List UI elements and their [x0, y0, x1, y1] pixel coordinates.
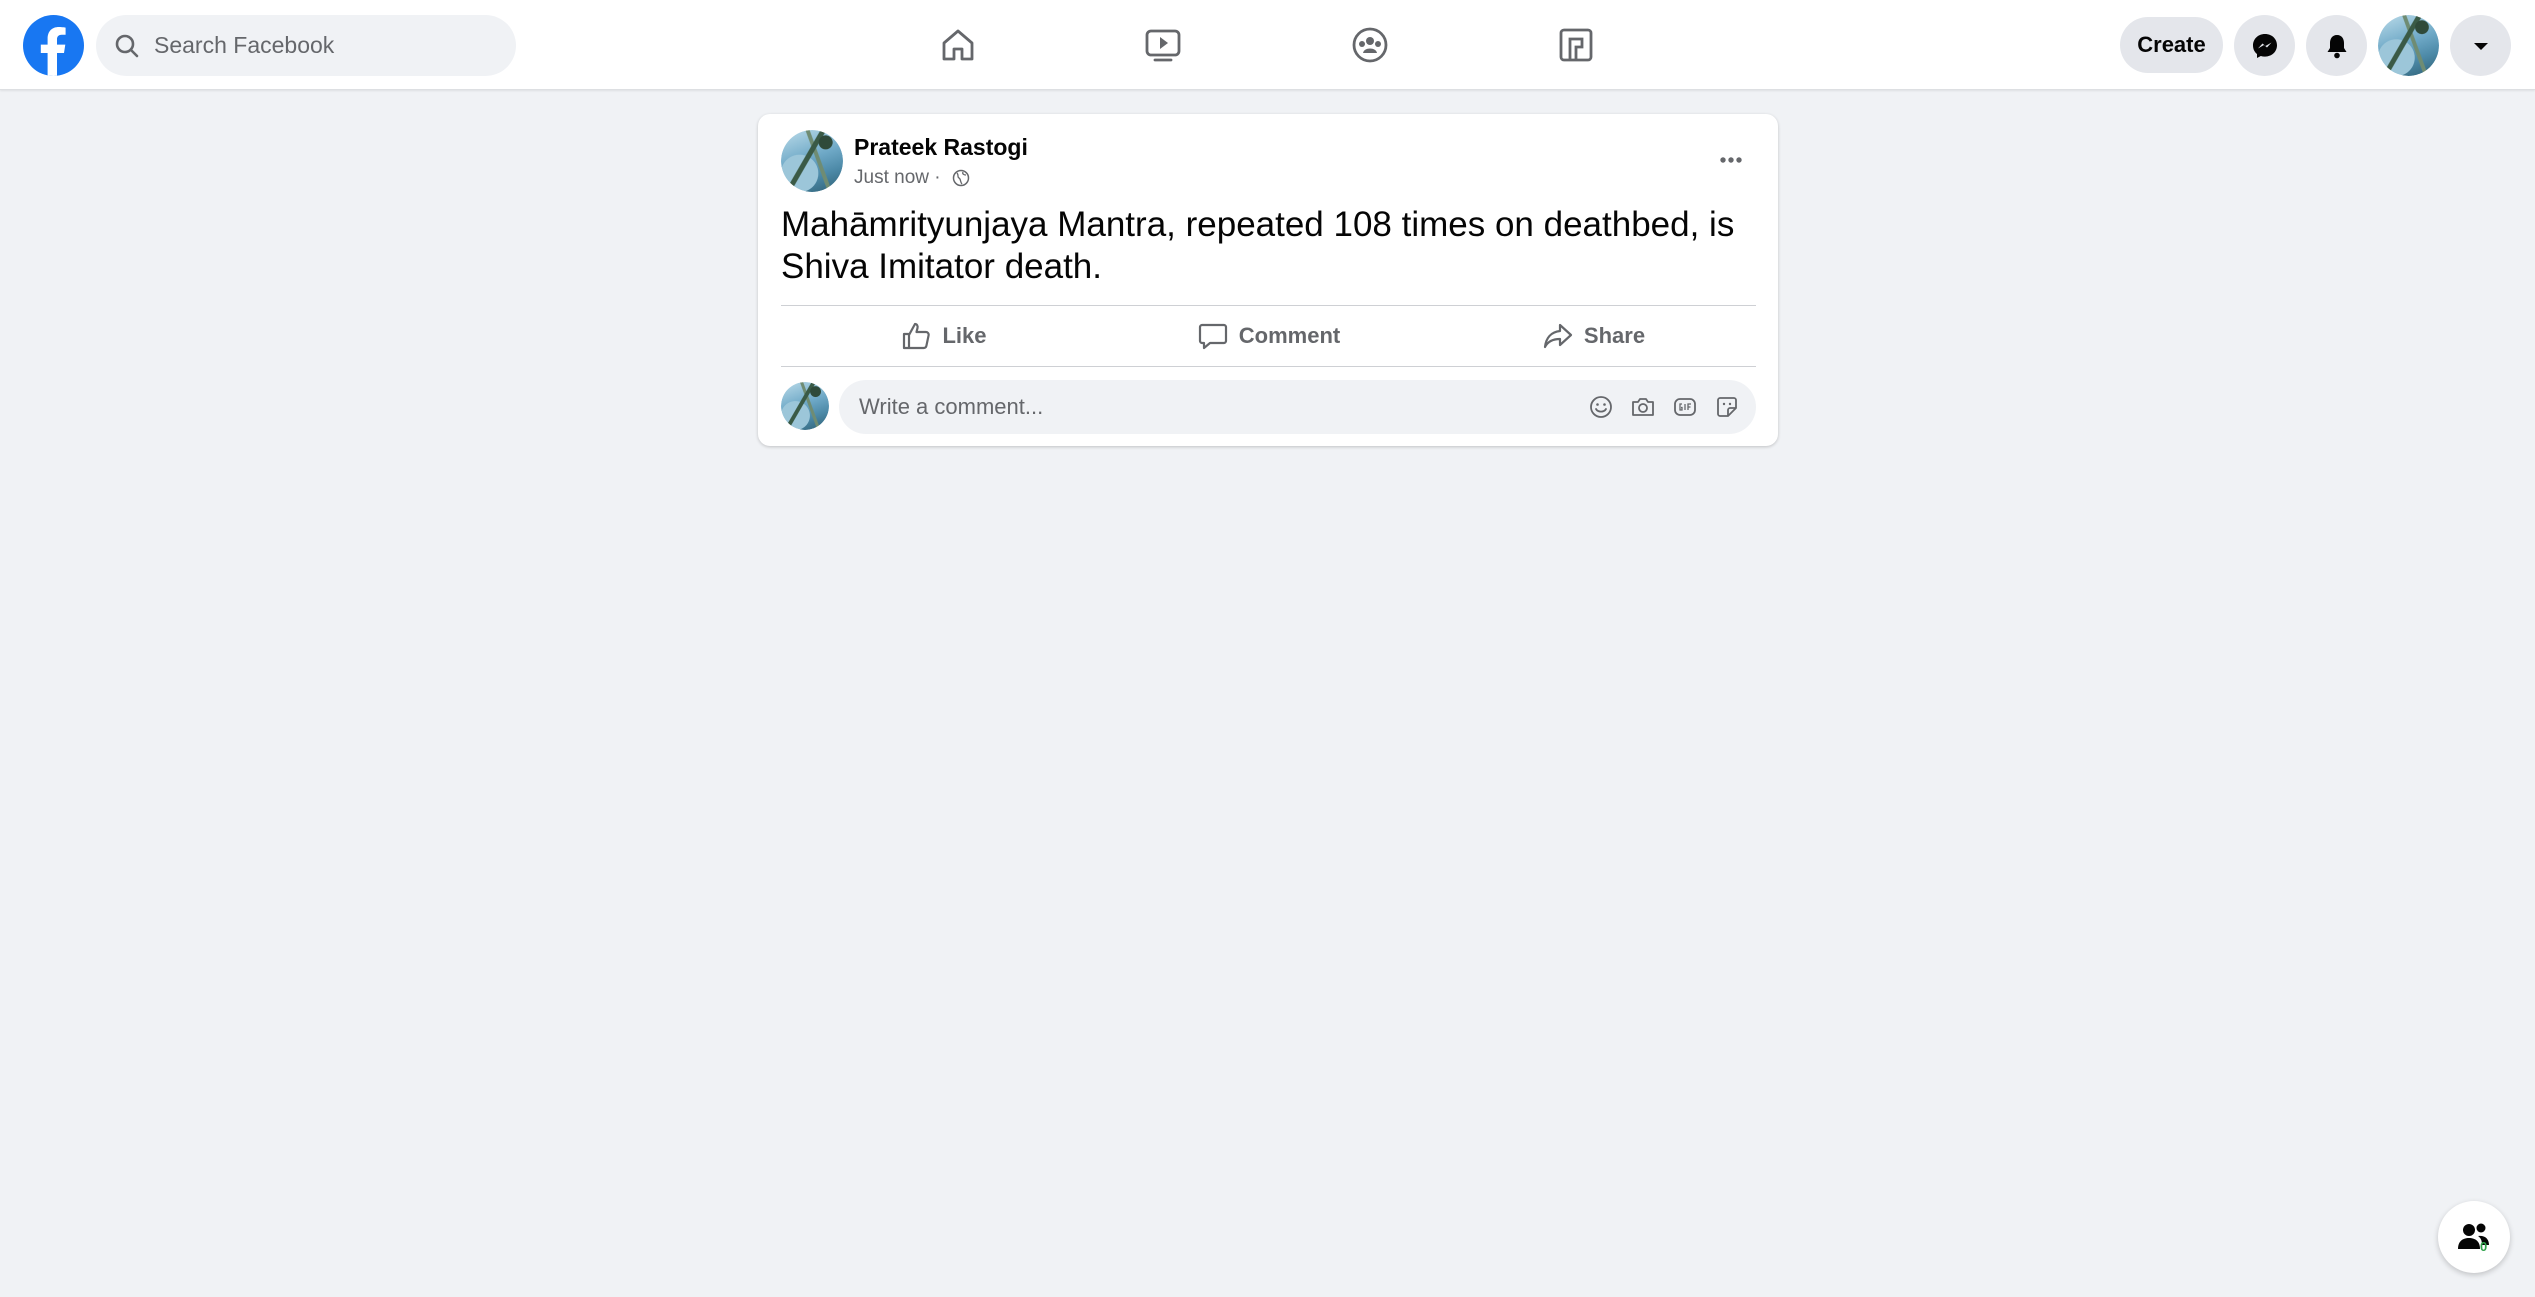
contacts-people-icon [2458, 1223, 2489, 1249]
messenger-icon [2252, 33, 2277, 58]
more-options-icon [1720, 157, 1742, 163]
contacts-count-badge: 0 [2480, 1239, 2488, 1254]
post-options-button[interactable] [1705, 134, 1757, 186]
comment-composer[interactable] [839, 380, 1756, 434]
gif-button[interactable] [1670, 392, 1700, 422]
messenger-button[interactable] [2234, 15, 2295, 76]
globe-icon[interactable] [952, 169, 970, 187]
divider [781, 366, 1756, 367]
post-author-name[interactable]: Prateek Rastogi [854, 134, 1028, 161]
tab-groups[interactable] [1290, 0, 1450, 89]
post-card: Prateek Rastogi Just now · Mahāmrityunja… [758, 114, 1778, 446]
comment-icon [1198, 323, 1227, 350]
avatar-image [781, 382, 829, 430]
share-label: Share [1583, 323, 1646, 348]
post-actions: Like Comment Share [781, 306, 1756, 366]
create-button[interactable]: Create [2120, 17, 2223, 73]
tab-home[interactable] [878, 0, 1038, 89]
search-bar[interactable] [96, 15, 516, 76]
sticker-icon [1717, 397, 1737, 417]
top-navigation-bar: Create [0, 0, 2535, 90]
comment-input[interactable] [857, 393, 1557, 421]
facebook-logo-icon[interactable] [23, 15, 84, 76]
home-icon [942, 29, 974, 60]
emoji-button[interactable] [1586, 392, 1616, 422]
comment-tools [1574, 392, 1742, 422]
gaming-icon [1559, 28, 1593, 61]
avatar-image [781, 130, 843, 192]
share-button[interactable]: Share [1431, 306, 1756, 366]
search-icon [112, 31, 142, 61]
account-avatar[interactable] [2378, 15, 2439, 76]
post-timestamp[interactable]: Just now [854, 167, 929, 189]
post-author-avatar[interactable] [781, 130, 843, 192]
contacts-button[interactable]: 0 [2438, 1201, 2510, 1273]
like-button[interactable]: Like [781, 306, 1106, 366]
search-input[interactable] [152, 31, 482, 60]
commenter-avatar[interactable] [781, 382, 829, 430]
avatar-image [2378, 15, 2439, 76]
tab-gaming[interactable] [1496, 0, 1656, 89]
photo-button[interactable] [1628, 392, 1658, 422]
gif-icon [1674, 398, 1696, 416]
meta-separator: · [928, 167, 946, 188]
account-dropdown-icon [2473, 42, 2488, 50]
groups-icon [1352, 27, 1388, 62]
notifications-button[interactable] [2306, 15, 2367, 76]
video-icon [1145, 29, 1181, 61]
comment-button[interactable]: Comment [1106, 306, 1431, 366]
account-menu-button[interactable] [2450, 15, 2511, 76]
sticker-button[interactable] [1712, 392, 1742, 422]
post-meta: Just now · [854, 167, 970, 189]
share-icon [1543, 323, 1573, 349]
camera-icon [1632, 398, 1654, 416]
tab-watch[interactable] [1083, 0, 1243, 89]
notifications-bell-icon [2327, 34, 2346, 58]
comment-label: Comment [1238, 323, 1341, 348]
like-label: Like [942, 323, 987, 348]
post-text: Mahāmrityunjaya Mantra, repeated 108 tim… [781, 205, 1735, 286]
emoji-icon [1590, 396, 1612, 418]
thumbs-up-icon [903, 322, 931, 350]
